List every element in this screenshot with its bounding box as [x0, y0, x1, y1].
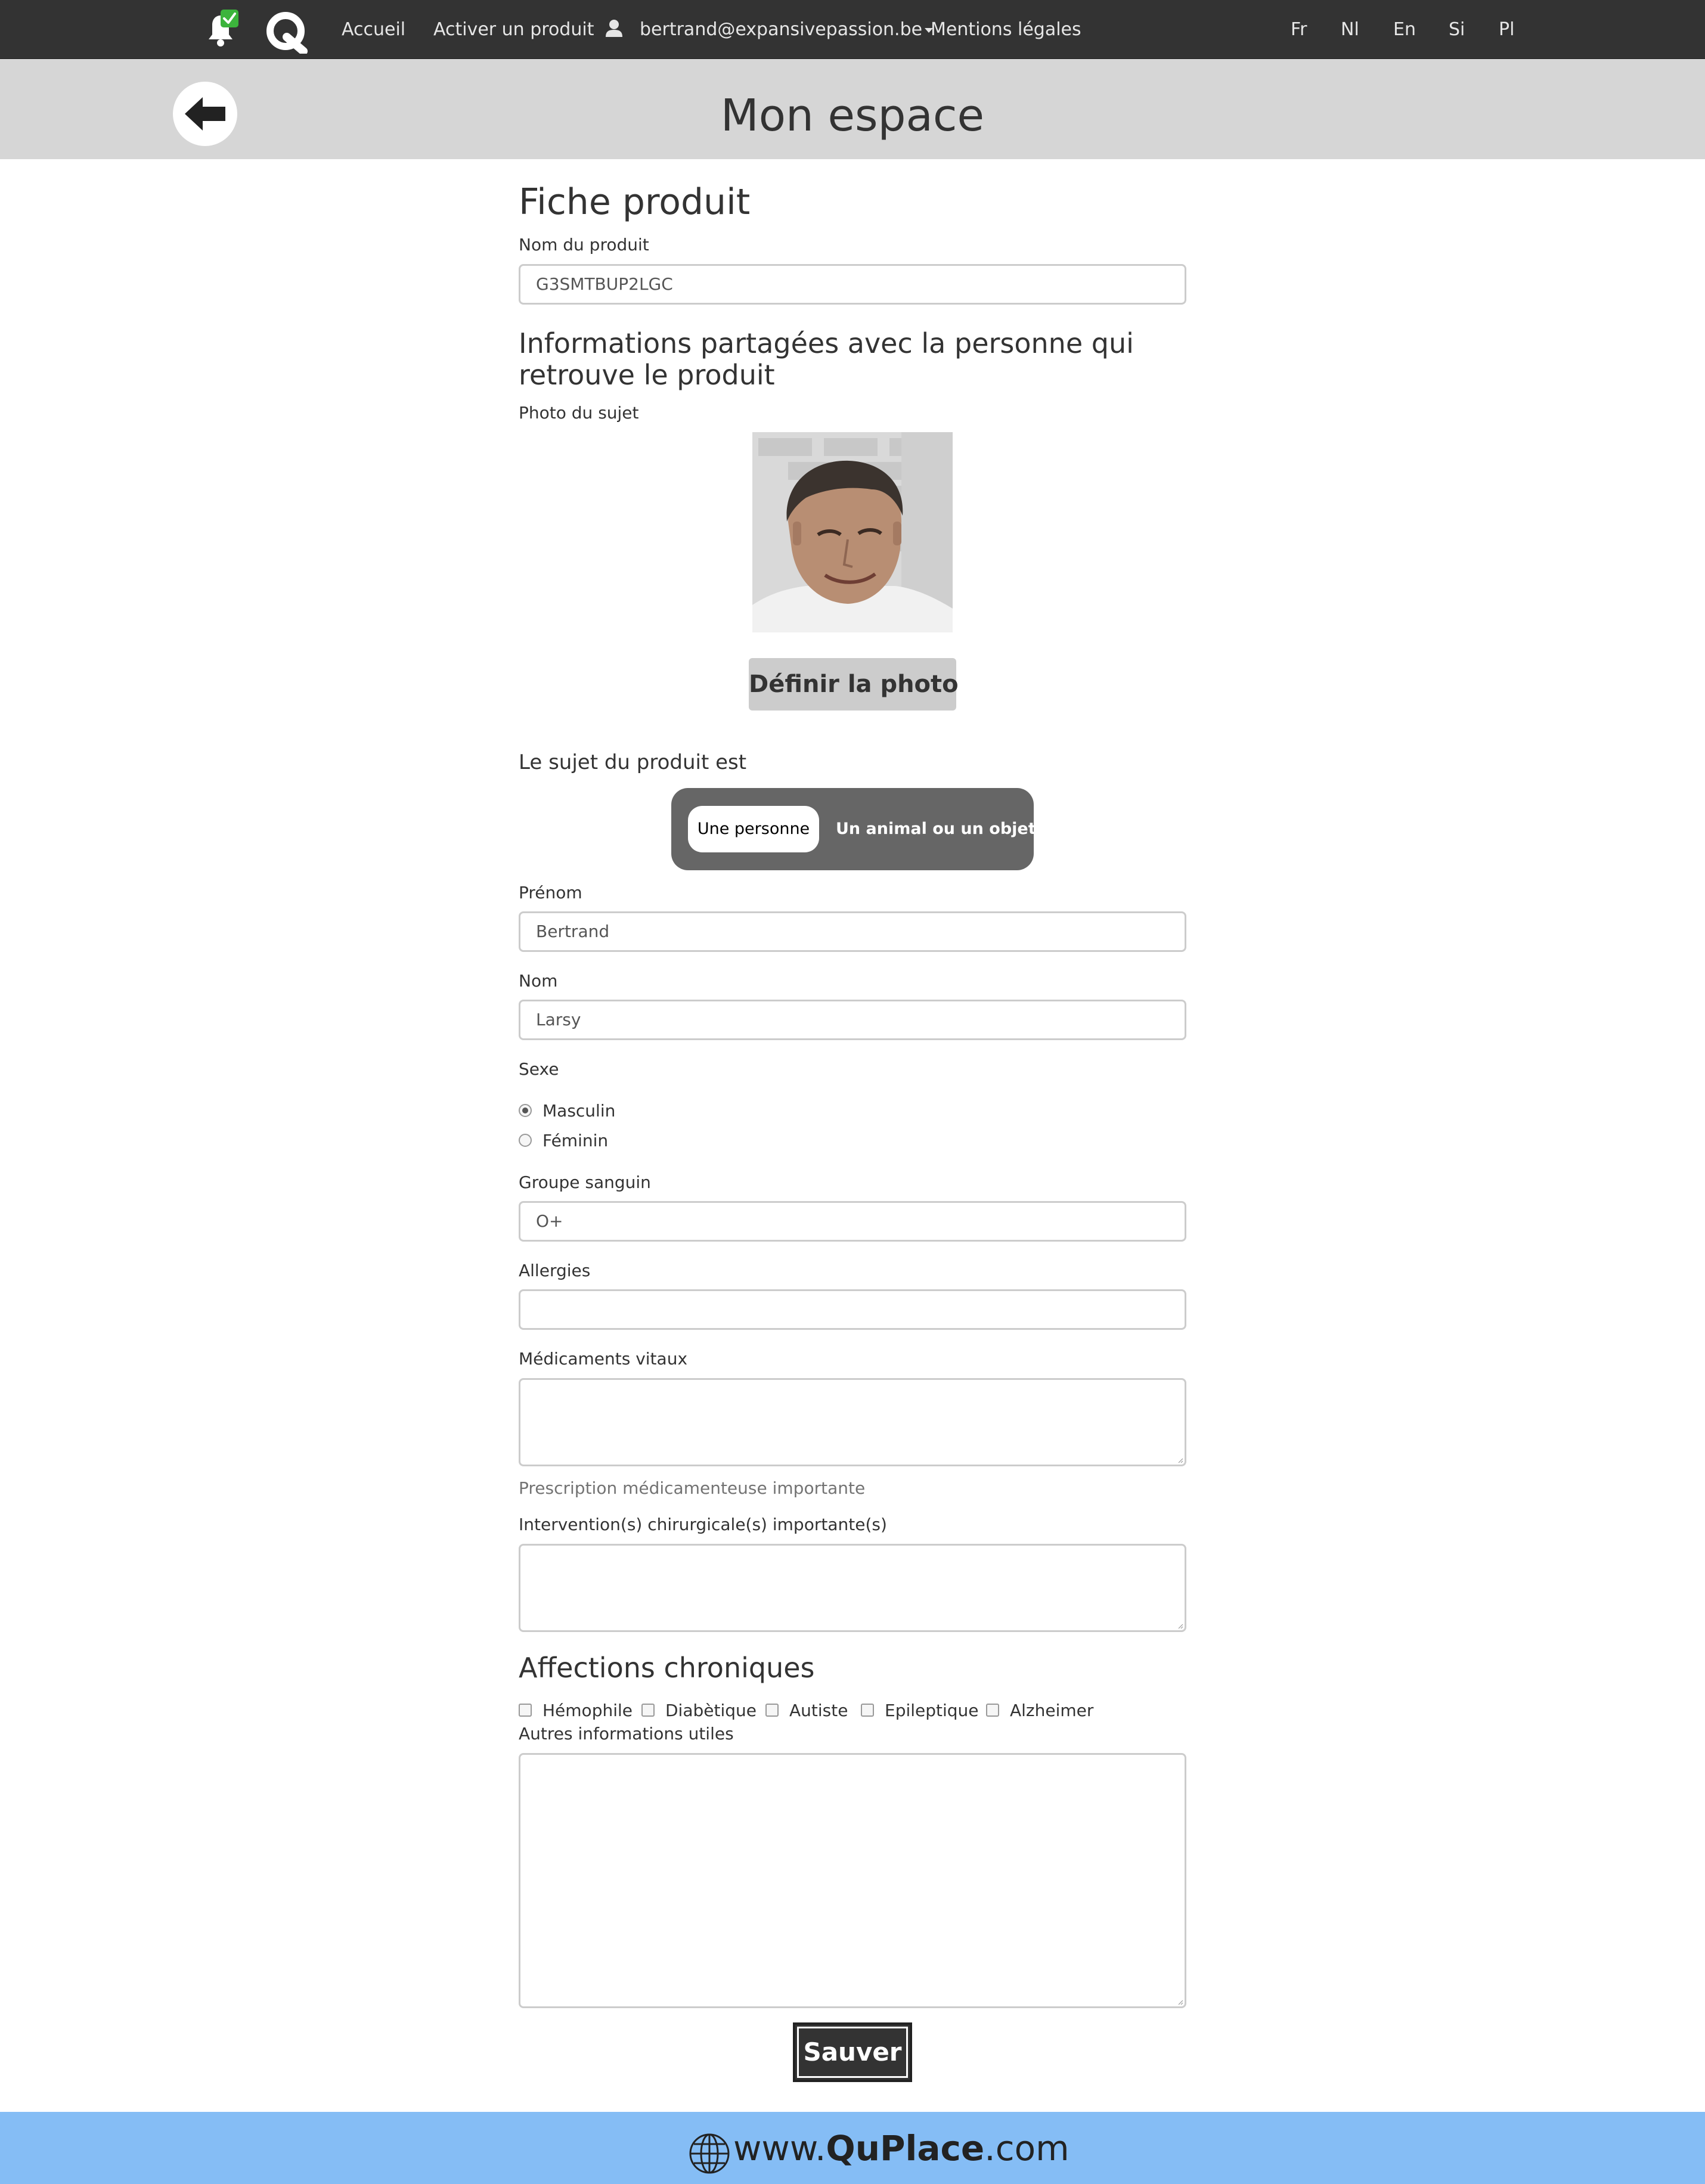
product-name-label: Nom du produit [519, 235, 649, 255]
lang-si-link[interactable]: Si [1449, 18, 1465, 42]
resize-grip-icon[interactable] [1177, 1623, 1183, 1629]
blood-group-label: Groupe sanguin [519, 1172, 651, 1192]
footer-prefix: www. [733, 2128, 826, 2169]
footer-website-link[interactable]: www.QuPlace.com [733, 2127, 1070, 2170]
nav-user-dropdown[interactable]: bertrand@expansivepassion.be [640, 18, 934, 42]
lastname-field[interactable]: Larsy [519, 1000, 1186, 1040]
set-photo-button[interactable]: Définir la photo [749, 658, 959, 711]
radio-male[interactable] [519, 1104, 532, 1117]
checkbox-alzheimer[interactable] [986, 1704, 999, 1717]
allergies-field[interactable] [519, 1289, 1186, 1330]
checkbox-label: Epileptique [885, 1701, 979, 1720]
lang-nl-link[interactable]: Nl [1341, 18, 1359, 42]
subject-person-option[interactable]: Une personne [688, 806, 819, 852]
allergies-label: Allergies [519, 1261, 591, 1280]
subject-animal-object-option[interactable]: Un animal ou un objet [836, 806, 1036, 852]
user-icon [606, 19, 622, 38]
shared-info-heading: Informations partagées avec la personne … [519, 327, 1134, 391]
lastname-label: Nom [519, 971, 558, 991]
other-info-label: Autres informations utiles [519, 1724, 734, 1744]
checkbox-label: Autiste [789, 1701, 848, 1720]
resize-grip-icon[interactable] [1177, 1457, 1183, 1463]
radio-female[interactable] [519, 1134, 532, 1147]
firstname-label: Prénom [519, 883, 582, 902]
photo-label: Photo du sujet [519, 403, 639, 423]
checkbox-label: Diabètique [665, 1701, 757, 1720]
other-info-textarea[interactable] [519, 1753, 1186, 2008]
resize-grip-icon[interactable] [1177, 1999, 1183, 2005]
footer: www.QuPlace.com [0, 2112, 1705, 2184]
nav-home-link[interactable]: Accueil [342, 18, 405, 42]
surgery-textarea[interactable] [519, 1544, 1186, 1632]
checkbox-diabetique[interactable] [641, 1704, 655, 1717]
subject-photo [752, 432, 953, 632]
checkbox-label: Hémophile [542, 1701, 633, 1720]
form-heading: Fiche produit [519, 181, 751, 223]
medications-label: Médicaments vitaux [519, 1349, 688, 1369]
checkbox-hemophile[interactable] [519, 1704, 532, 1717]
nav-user-email: bertrand@expansivepassion.be [640, 19, 923, 40]
lang-en-link[interactable]: En [1393, 18, 1416, 42]
medications-textarea[interactable] [519, 1378, 1186, 1466]
nav-activate-product-link[interactable]: Activer un produit [433, 18, 594, 42]
footer-suffix: .com [984, 2128, 1070, 2169]
sex-option-label: Masculin [542, 1101, 616, 1121]
sex-label: Sexe [519, 1059, 559, 1079]
page-title: Mon espace [720, 90, 985, 141]
lang-pl-link[interactable]: Pl [1499, 18, 1514, 42]
footer-brand: QuPlace [826, 2128, 985, 2169]
firstname-field[interactable]: Bertrand [519, 911, 1186, 952]
save-button[interactable]: Sauver [793, 2022, 912, 2082]
notification-bell-icon[interactable] [202, 8, 240, 50]
quplace-logo-icon[interactable] [265, 11, 308, 55]
checkbox-autiste[interactable] [765, 1704, 779, 1717]
top-navbar: Accueil Activer un produit bertrand@expa… [0, 0, 1705, 59]
product-name-field[interactable]: G3SMTBUP2LGC [519, 264, 1186, 305]
subject-type-label: Le sujet du produit est [519, 750, 747, 774]
checkbox-label: Alzheimer [1010, 1701, 1094, 1720]
nav-legal-link[interactable]: Mentions légales [931, 18, 1081, 42]
medications-help-text: Prescription médicamenteuse importante [519, 1478, 866, 1498]
surgery-label: Intervention(s) chirurgicale(s) importan… [519, 1515, 887, 1534]
subject-type-toggle[interactable]: Une personne Un animal ou un objet [671, 788, 1036, 870]
chronic-conditions-heading: Affections chroniques [519, 1652, 815, 1684]
blood-group-field[interactable]: O+ [519, 1201, 1186, 1242]
checkbox-epileptique[interactable] [861, 1704, 874, 1717]
chronic-conditions-options: Hémophile Diabètique Autiste Epileptique… [519, 1700, 1186, 1721]
sex-option-label: Féminin [542, 1131, 609, 1150]
globe-icon [689, 2133, 730, 2174]
lang-fr-link[interactable]: Fr [1291, 18, 1307, 42]
